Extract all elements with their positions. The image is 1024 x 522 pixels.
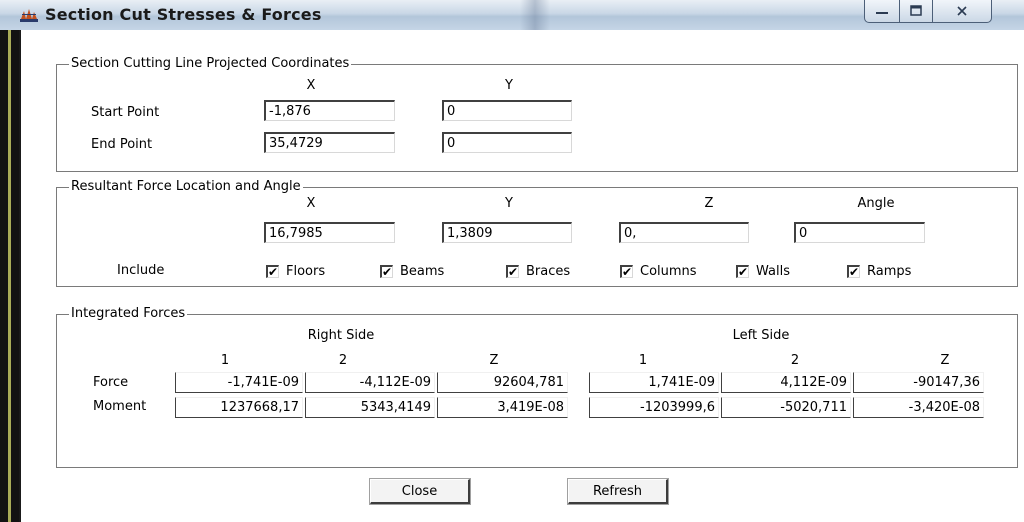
braces-label: Braces [526,264,571,279]
maximize-icon [910,5,922,16]
left-col-2: 2 [790,353,800,368]
app-icon [20,9,38,22]
maximize-button[interactable] [899,0,933,23]
refresh-button[interactable]: Refresh [567,478,669,505]
floors-label: Floors [286,264,326,279]
resultant-angle-input[interactable]: 0 [794,222,925,243]
right-col-z: Z [489,353,499,368]
section-cutting-line-title: Section Cutting Line Projected Coordinat… [69,56,352,71]
title-bar-highlight [520,0,550,30]
minimize-icon [876,12,888,14]
checkbox-box[interactable]: ✔ [620,265,633,278]
integrated-forces-title: Integrated Forces [69,306,188,321]
end-point-label: End Point [91,137,153,152]
walls-label: Walls [756,264,790,279]
window-left-edge [0,30,19,522]
ramps-label: Ramps [867,264,912,279]
close-button[interactable]: Close [369,478,471,505]
start-point-label: Start Point [91,105,160,120]
force-left-z: -90147,36 [853,372,984,393]
resultant-col-x: X [306,196,316,211]
checkbox-box[interactable]: ✔ [847,265,860,278]
checkbox-box[interactable]: ✔ [266,265,279,278]
resultant-force-title: Resultant Force Location and Angle [69,179,303,194]
moment-right-1: 1237668,17 [175,397,303,418]
resultant-col-y: Y [505,196,513,211]
close-window-button[interactable] [932,0,992,23]
force-right-z: 92604,781 [437,372,568,393]
end-y-input[interactable]: 0 [442,132,572,153]
right-col-1: 1 [220,353,230,368]
floors-checkbox[interactable]: ✔ Floors [266,264,325,279]
moment-right-2: 5343,4149 [305,397,435,418]
force-right-2: -4,112E-09 [305,372,435,393]
left-side-label: Left Side [732,328,790,343]
moment-right-z: 3,419E-08 [437,397,568,418]
braces-checkbox[interactable]: ✔ Braces [506,264,570,279]
left-col-1: 1 [638,353,648,368]
force-left-2: 4,112E-09 [721,372,851,393]
end-x-input[interactable]: 35,4729 [264,132,395,153]
beams-checkbox[interactable]: ✔ Beams [380,264,444,279]
start-x-input[interactable]: -1,876 [264,100,395,121]
beams-label: Beams [400,264,445,279]
force-left-1: 1,741E-09 [589,372,719,393]
edge-stripe [8,30,11,522]
col-header-x: X [306,78,316,93]
columns-checkbox[interactable]: ✔ Columns [620,264,697,279]
resultant-x-input[interactable]: 16,7985 [264,222,395,243]
title-bar[interactable]: Section Cut Stresses & Forces [0,0,1024,30]
moment-left-2: -5020,711 [721,397,851,418]
close-icon [957,6,967,16]
walls-checkbox[interactable]: ✔ Walls [736,264,790,279]
checkbox-box[interactable]: ✔ [506,265,519,278]
window-title: Section Cut Stresses & Forces [45,5,322,24]
moment-left-1: -1203999,6 [589,397,719,418]
ramps-checkbox[interactable]: ✔ Ramps [847,264,911,279]
force-label: Force [93,375,129,390]
col-header-y: Y [505,78,513,93]
checkbox-box[interactable]: ✔ [380,265,393,278]
dialog-body: Section Cutting Line Projected Coordinat… [19,30,1024,522]
force-right-1: -1,741E-09 [175,372,303,393]
moment-label: Moment [93,399,147,414]
include-label: Include [117,263,165,278]
left-col-z: Z [940,353,950,368]
minimize-button[interactable] [864,0,900,23]
resultant-col-z: Z [704,196,714,211]
checkbox-box[interactable]: ✔ [736,265,749,278]
resultant-y-input[interactable]: 1,3809 [442,222,572,243]
resultant-z-input[interactable]: 0, [619,222,749,243]
moment-left-z: -3,420E-08 [853,397,984,418]
columns-label: Columns [640,264,697,279]
right-col-2: 2 [338,353,348,368]
right-side-label: Right Side [307,328,375,343]
resultant-col-angle: Angle [857,196,895,211]
start-y-input[interactable]: 0 [442,100,572,121]
